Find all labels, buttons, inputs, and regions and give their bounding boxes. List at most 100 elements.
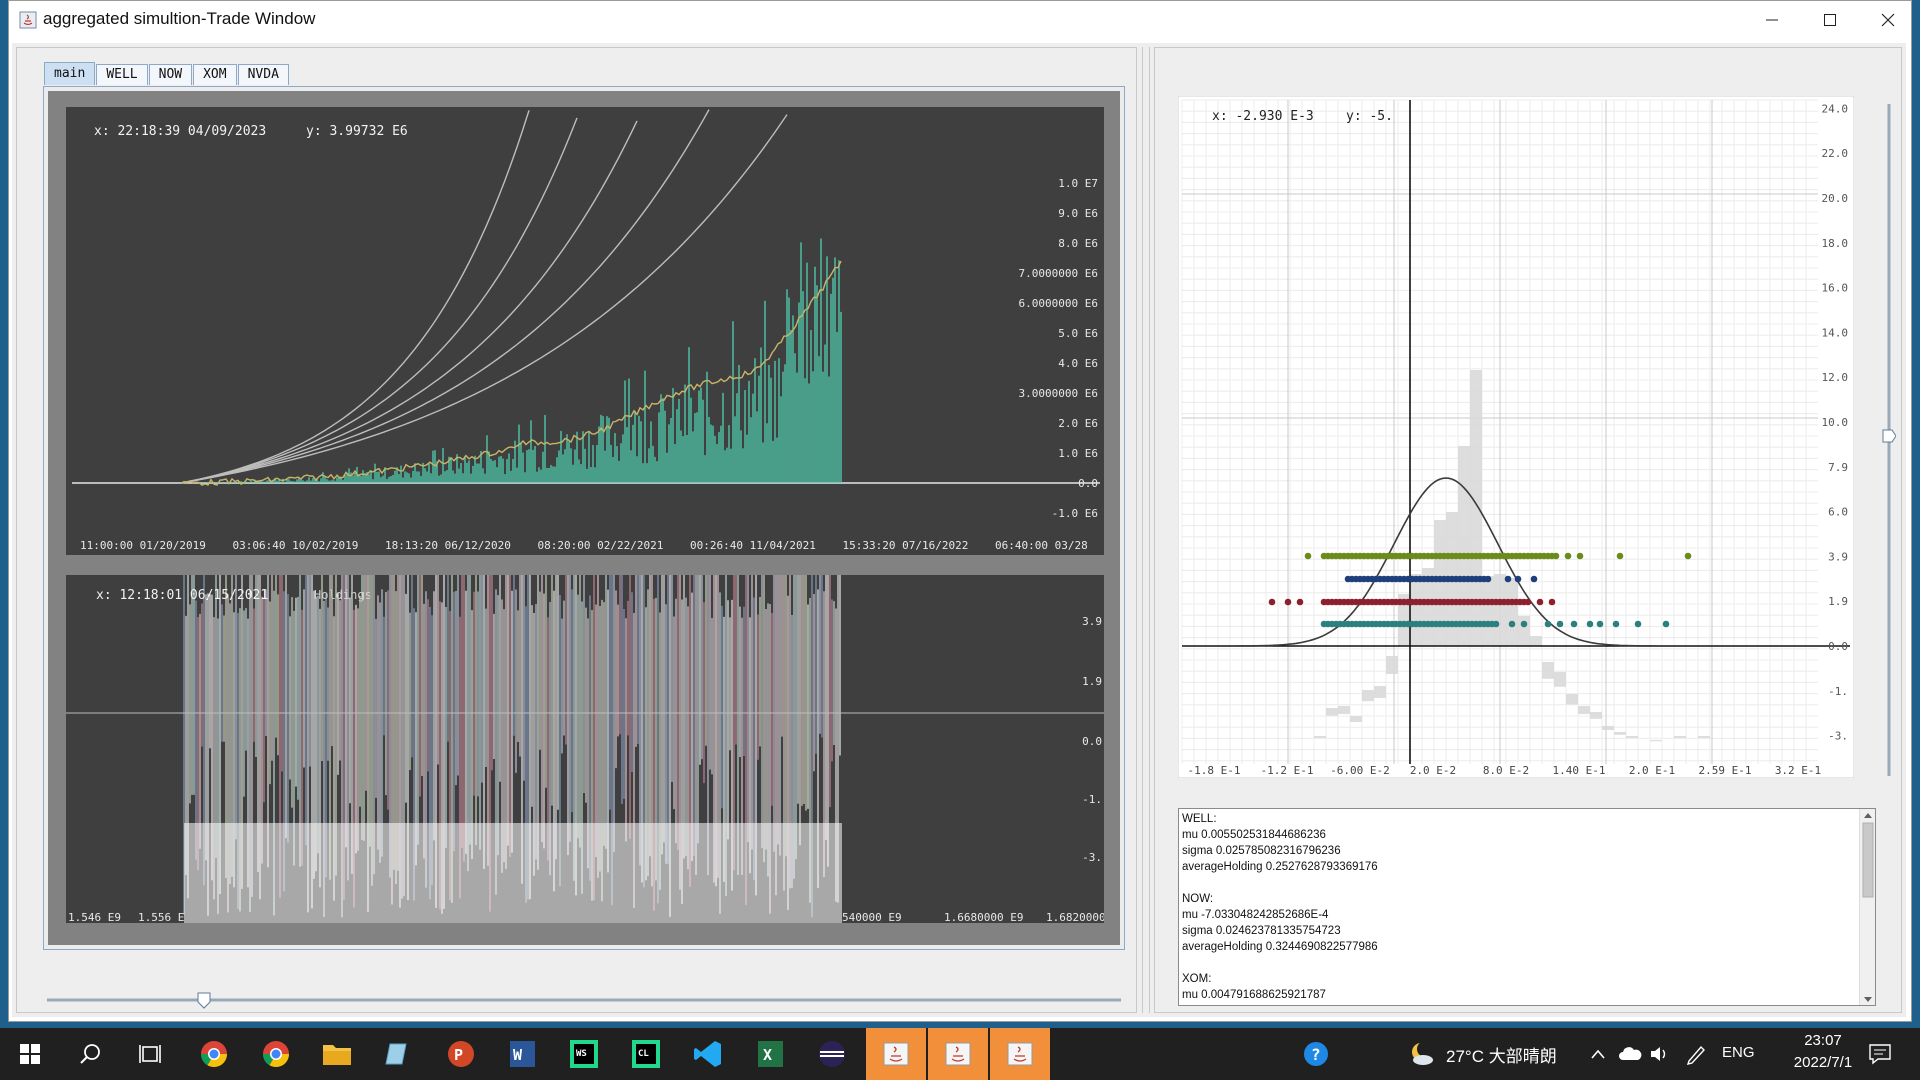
chrome-beta-taskbar-app[interactable] xyxy=(258,1036,294,1072)
task-view-button[interactable] xyxy=(132,1036,168,1072)
eclipse-taskbar-app[interactable] xyxy=(814,1036,850,1072)
close-icon xyxy=(1881,13,1895,27)
clion-taskbar-app[interactable]: CL xyxy=(628,1036,664,1072)
vertical-slider[interactable] xyxy=(1882,100,1896,780)
language-indicator[interactable]: ENG xyxy=(1722,1044,1755,1061)
stats-scrollbar[interactable] xyxy=(1859,809,1875,1005)
chevron-up-icon xyxy=(1591,1049,1605,1059)
tray-overflow-button[interactable] xyxy=(1580,1036,1616,1072)
clock-time[interactable]: 23:07 xyxy=(1788,1032,1858,1049)
search-button[interactable] xyxy=(72,1036,108,1072)
histogram-bar xyxy=(1374,686,1386,698)
distribution-chart[interactable]: 24.0 22.0 20.0 18.0 16.0 14.0 12.0 10.0 7.9 6.0 3.… xyxy=(1178,96,1854,778)
distribution-y-tick: 1.9 xyxy=(1828,595,1848,608)
series-dot xyxy=(1662,620,1670,628)
time-slider[interactable] xyxy=(43,990,1125,1010)
tab-now[interactable]: NOW xyxy=(148,64,193,85)
stats-textarea[interactable]: WELL: mu 0.0055025318446862​36 sigma 0.025… xyxy=(1178,808,1876,1006)
price-y-tick: 1.0 E7 xyxy=(1058,177,1098,190)
price-x-tick: 18:13:20 06/12/2020 xyxy=(385,539,511,552)
distribution-x-tick: 2.0 E-2 xyxy=(1410,764,1456,777)
distribution-chart-background xyxy=(1178,96,1854,778)
weather-text[interactable]: 27°C 大部晴朗 xyxy=(1446,1042,1557,1067)
histogram-bar xyxy=(1578,706,1590,714)
weather-tray-button[interactable] xyxy=(1404,1036,1440,1072)
price-y-tick: 7.0000000 E6 xyxy=(1019,267,1098,280)
maximize-icon xyxy=(1824,14,1836,26)
chrome-taskbar-app[interactable] xyxy=(196,1036,232,1072)
help-tray-button[interactable]: ? xyxy=(1298,1036,1334,1072)
holdings-y-tick: 0.0 xyxy=(1082,735,1102,748)
notepad-taskbar-app[interactable] xyxy=(380,1036,416,1072)
excel-taskbar-app[interactable]: X xyxy=(752,1036,788,1072)
scroll-down-icon[interactable] xyxy=(1864,997,1872,1002)
java-icon xyxy=(1007,1042,1033,1066)
webstorm-icon: WS xyxy=(570,1040,598,1068)
panel-splitter[interactable] xyxy=(1142,47,1150,1013)
volume-tray-button[interactable] xyxy=(1642,1036,1678,1072)
stats-line: averageHolding 0.2527628793369176 xyxy=(1182,861,1378,873)
pen-tray-button[interactable] xyxy=(1678,1036,1714,1072)
distribution-y-tick: 20.0 xyxy=(1822,192,1849,205)
price-y-tick: 4.0 E6 xyxy=(1058,357,1098,370)
powerpoint-taskbar-app[interactable]: P xyxy=(442,1036,478,1072)
java-taskbar-app-3[interactable] xyxy=(990,1028,1050,1080)
tab-strip: main WELL NOW XOM NVDA xyxy=(44,62,290,86)
client-area: main WELL NOW XOM NVDA 1.0 E7 9.0 E6 8.0 E… xyxy=(12,43,1906,1017)
histogram-bar xyxy=(1530,636,1542,646)
distribution-x-tick: -1.8 E-1 xyxy=(1188,764,1241,777)
close-button[interactable] xyxy=(1859,1,1917,39)
clock-date[interactable]: 2022/7/1 xyxy=(1776,1054,1870,1071)
histogram-bar xyxy=(1326,708,1338,716)
chart-frame: 1.0 E7 9.0 E6 8.0 E6 7.0000000 E6 6.0000000 … xyxy=(48,91,1120,945)
maximize-button[interactable] xyxy=(1801,1,1859,39)
holdings-readout: x: 12:18:01 06/15/2021 xyxy=(96,588,268,603)
histogram-bar xyxy=(1590,712,1602,719)
tab-well[interactable]: WELL xyxy=(96,64,148,85)
java-taskbar-app-2[interactable] xyxy=(928,1028,988,1080)
eclipse-icon xyxy=(819,1041,845,1067)
distribution-y-tick: 6.0 xyxy=(1828,506,1848,519)
price-y-tick: -1.0 E6 xyxy=(1052,507,1098,520)
word-icon: W xyxy=(510,1041,535,1067)
series-dot xyxy=(1616,552,1624,560)
folder-icon xyxy=(323,1045,351,1065)
vscode-taskbar-app[interactable] xyxy=(690,1036,726,1072)
svg-text:W: W xyxy=(513,1046,523,1064)
distribution-x-tick: 3.2 E-1 xyxy=(1775,764,1821,777)
notifications-button[interactable] xyxy=(1862,1036,1898,1072)
series-dot xyxy=(1544,620,1552,628)
search-icon xyxy=(80,1044,100,1064)
pen-icon xyxy=(1686,1045,1705,1065)
scroll-thumb[interactable] xyxy=(1862,822,1874,898)
holdings-chart[interactable]: 3.9 1.9 0.0 -1. -3. 1.546 E9 1.556 E 540000 E9… xyxy=(66,575,1104,923)
price-readout-y: y: 3.99732 E6 xyxy=(306,124,408,139)
price-y-tick: 8.0 E6 xyxy=(1058,237,1098,250)
vertical-slider-thumb[interactable] xyxy=(1882,429,1896,443)
minimize-button[interactable] xyxy=(1743,1,1801,39)
price-y-tick: 3.0000000 E6 xyxy=(1019,387,1098,400)
stats-line: mu 0.0055025318446862​36 xyxy=(1182,829,1326,841)
title-bar[interactable]: aggregated simultion-Trade Window xyxy=(9,1,1911,39)
stats-content: WELL: mu 0.0055025318446862​36 sigma 0.025… xyxy=(1182,811,1852,1003)
cloud-icon xyxy=(1619,1047,1642,1060)
series-dot xyxy=(1530,575,1538,583)
webstorm-taskbar-app[interactable]: WS xyxy=(566,1036,602,1072)
distribution-x-tick: -6.00 E-2 xyxy=(1330,764,1390,777)
tab-main[interactable]: main xyxy=(44,62,96,85)
java-taskbar-app-1[interactable] xyxy=(866,1028,926,1080)
tab-xom[interactable]: XOM xyxy=(193,64,237,85)
series-dot xyxy=(1556,620,1564,628)
slider-thumb[interactable] xyxy=(197,992,211,1009)
holdings-x-tick: 1.6820000 E9 xyxy=(1046,911,1104,923)
tab-nvda[interactable]: NVDA xyxy=(237,64,289,85)
file-explorer-taskbar-app[interactable] xyxy=(319,1036,355,1072)
word-taskbar-app[interactable]: W xyxy=(504,1036,540,1072)
window-title: aggregated simultion-Trade Window xyxy=(43,9,316,28)
series-dot xyxy=(1492,620,1500,628)
price-chart[interactable]: 1.0 E7 9.0 E6 8.0 E6 7.0000000 E6 6.0000000 … xyxy=(66,107,1104,555)
series-dot xyxy=(1564,552,1572,560)
scroll-up-icon[interactable] xyxy=(1864,813,1872,818)
start-button[interactable] xyxy=(12,1036,48,1072)
histogram-bar xyxy=(1350,716,1362,722)
